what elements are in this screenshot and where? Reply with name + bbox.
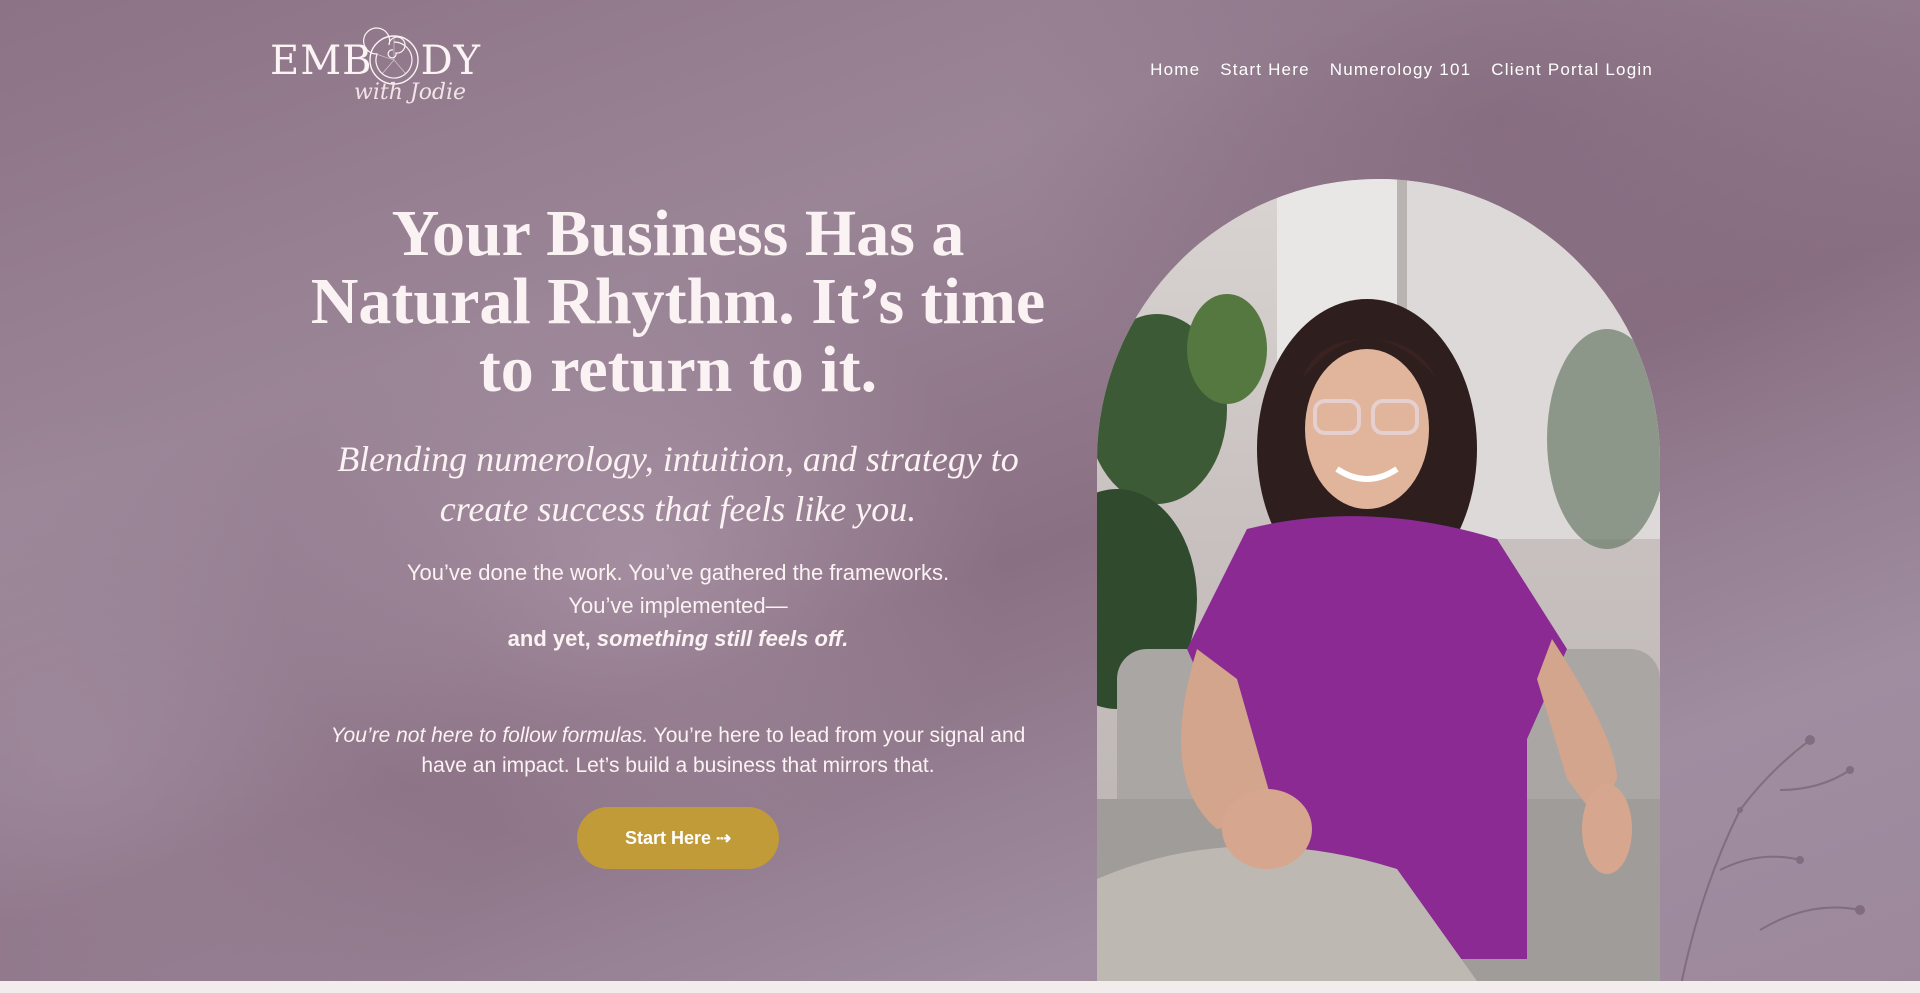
- intro-line-1: You’ve done the work. You’ve gathered th…: [406, 560, 950, 585]
- section-divider: [0, 981, 1920, 993]
- main-nav: Home Start Here Numerology 101 Client Po…: [1150, 60, 1653, 80]
- hero-paragraph-italic: You’re not here to follow formulas.: [330, 724, 649, 747]
- portrait-illustration: [1097, 179, 1660, 981]
- site-logo[interactable]: EMB DY with Jodie: [270, 24, 480, 114]
- hero-intro: You’ve done the work. You’ve gathered th…: [300, 556, 1056, 655]
- intro-line-2: You’ve implemented—: [568, 593, 788, 618]
- intro-line-3: and yet, something still feels off.: [300, 622, 1056, 655]
- nautilus-shell-icon: [363, 27, 419, 85]
- logo-subtitle: with Jodie: [354, 80, 467, 105]
- start-here-button[interactable]: Start Here ⇢: [577, 807, 779, 869]
- decorative-branches: [1679, 735, 1865, 990]
- nav-client-portal-login[interactable]: Client Portal Login: [1491, 60, 1653, 80]
- intro-line-3-italic: something still feels off.: [596, 626, 849, 651]
- hero-headline: Your Business Has a Natural Rhythm. It’s…: [310, 197, 1046, 406]
- portrait-photo: [1097, 179, 1660, 981]
- logo-word-left: EMB: [270, 38, 373, 84]
- nav-numerology-101[interactable]: Numerology 101: [1330, 60, 1472, 80]
- hero-copy: Your Business Has a Natural Rhythm. It’s…: [300, 200, 1056, 869]
- intro-line-3-bold: and yet,: [507, 626, 597, 651]
- logo-word-right: DY: [420, 38, 482, 84]
- hero-section: EMB DY with Jodie Home Start Here Numerol…: [0, 0, 1920, 993]
- nav-home[interactable]: Home: [1150, 60, 1200, 80]
- hero-subheadline: Blending numerology, intuition, and stra…: [337, 439, 1019, 529]
- hero-paragraph: You’re not here to follow formulas. You’…: [308, 721, 1048, 781]
- nav-start-here[interactable]: Start Here: [1220, 60, 1309, 80]
